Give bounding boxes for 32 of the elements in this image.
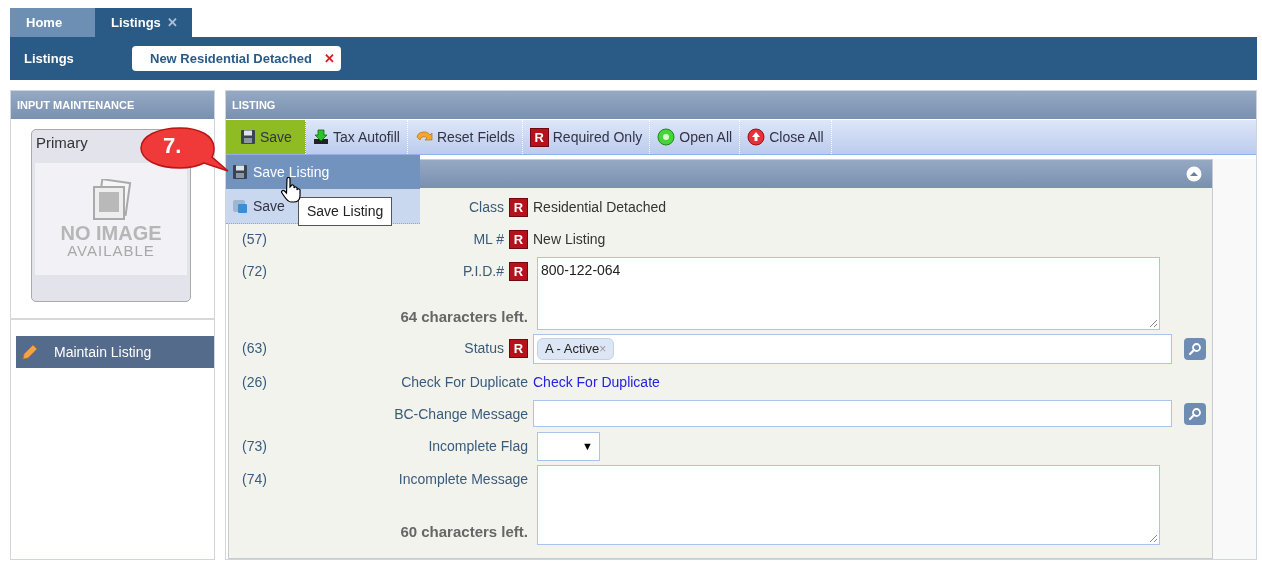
sidebar-header: INPUT MAINTENANCE xyxy=(11,91,214,119)
field-number: (74) xyxy=(242,471,267,487)
characters-left-hint: 64 characters left. xyxy=(400,306,528,327)
field-label: Status xyxy=(464,338,504,358)
field-value: Residential Detached xyxy=(533,198,667,217)
field-label: P.I.D.# xyxy=(463,261,504,281)
required-badge: R xyxy=(509,229,528,249)
required-badge: R xyxy=(509,197,528,217)
field-label: Class xyxy=(469,197,504,217)
tooltip: Save Listing xyxy=(298,197,393,226)
available-text: AVAILABLE xyxy=(67,242,155,258)
characters-left-hint: 60 characters left. xyxy=(400,521,528,542)
field-number: (26) xyxy=(242,374,267,390)
step-number: 7. xyxy=(163,133,182,159)
required-badge: R xyxy=(509,338,528,358)
field-label: BC-Change Message xyxy=(394,404,528,424)
field-label: Check For Duplicate xyxy=(401,372,528,392)
panel-header: LISTING xyxy=(226,91,1256,119)
field-label: Incomplete Message xyxy=(398,469,528,489)
field-value: 800-122-064 xyxy=(541,262,621,278)
field-number: (63) xyxy=(242,340,267,356)
no-image-text: NO IMAGE xyxy=(60,222,162,243)
bar-title: Listings xyxy=(24,49,75,68)
field-label: ML # xyxy=(473,229,504,249)
field-value: New Listing xyxy=(533,230,606,249)
required-badge: R xyxy=(509,261,528,281)
field-label: Incomplete Flag xyxy=(428,436,528,456)
required-badge: R xyxy=(529,127,549,147)
field-number: (57) xyxy=(242,231,267,247)
field-number: (72) xyxy=(242,263,267,279)
photo-label: Primary xyxy=(35,133,89,153)
field-number: (73) xyxy=(242,438,267,454)
